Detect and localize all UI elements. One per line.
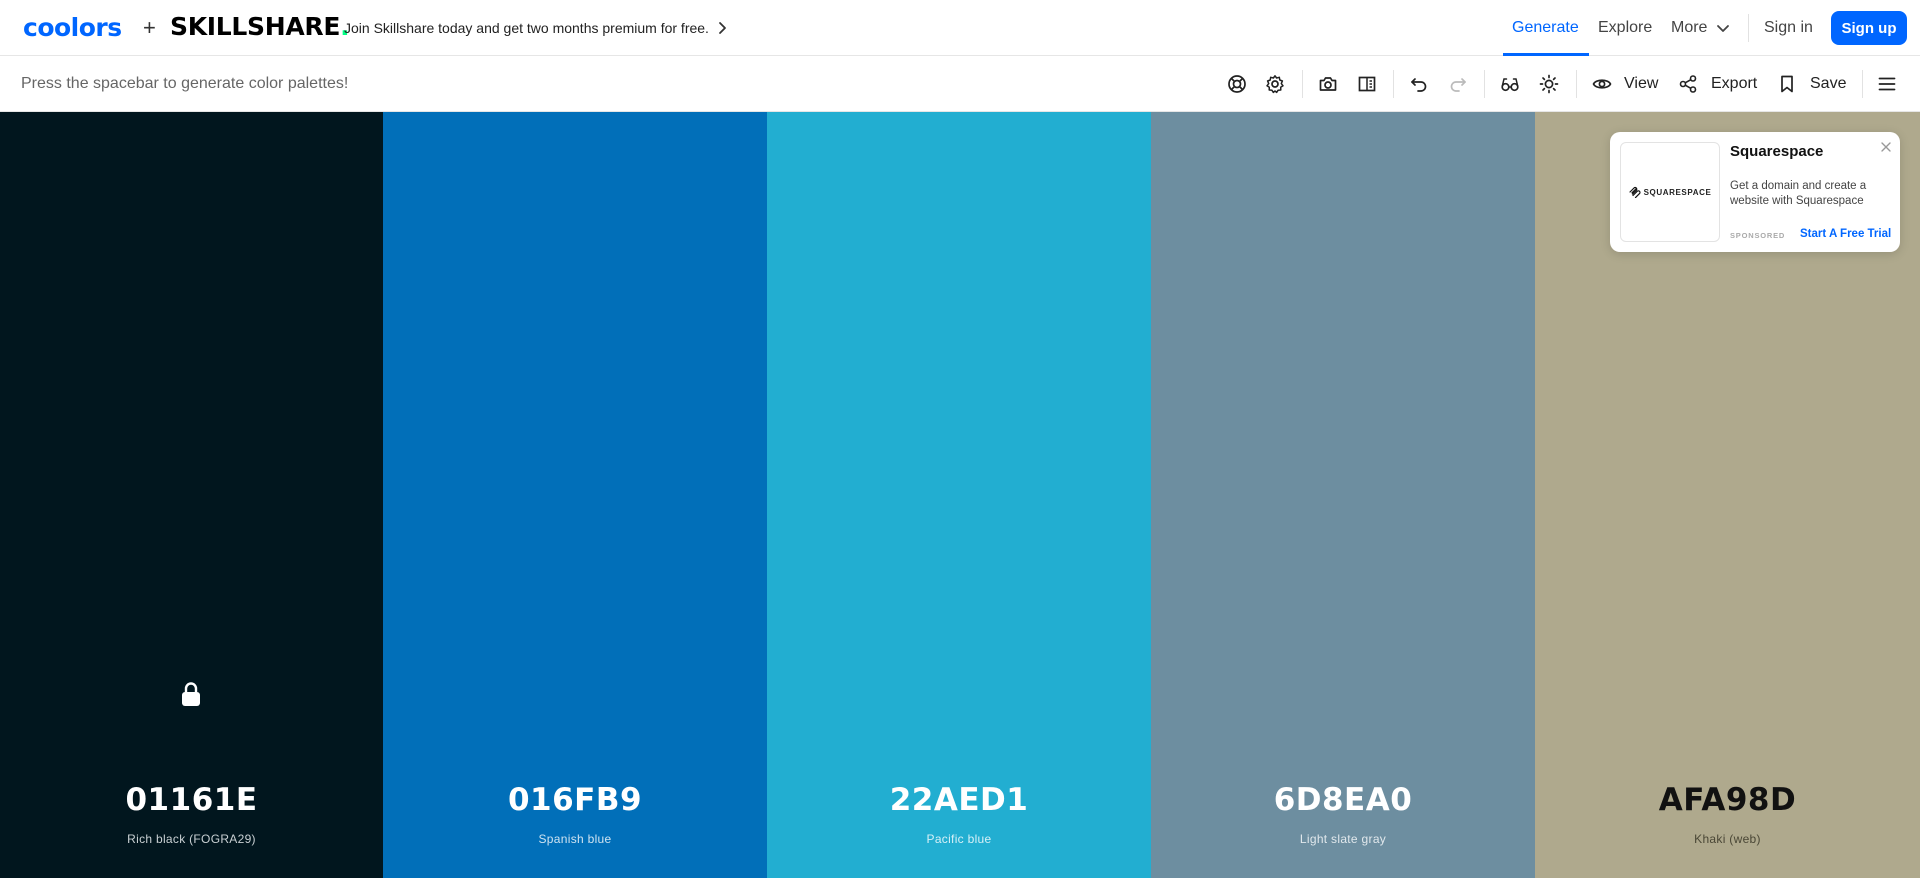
color-hex-code[interactable]: 016FB9 (383, 782, 767, 818)
plus-sign: + (143, 15, 156, 40)
ad-body: Get a domain and create a website with S… (1730, 180, 1867, 207)
nav-explore[interactable]: Explore (1598, 19, 1652, 37)
color-column[interactable]: 016FB9 Spanish blue (383, 112, 767, 878)
toolbar: Press the spacebar to generate color pal… (0, 56, 1920, 112)
sign-in-link[interactable]: Sign in (1764, 19, 1813, 37)
toolbar-divider (1576, 70, 1577, 98)
spacebar-hint: Press the spacebar to generate color pal… (21, 75, 349, 92)
squarespace-logo-text: SQUARESPACE (1643, 187, 1712, 197)
skillshare-logo-text: SKILLSHARE (170, 12, 341, 41)
toolbar-divider (1484, 70, 1485, 98)
toolbar-divider (1302, 70, 1303, 98)
ad-title[interactable]: Squarespace (1730, 143, 1823, 161)
chevron-down-icon[interactable] (1714, 19, 1732, 37)
color-column[interactable]: 6D8EA0 Light slate gray (1151, 112, 1535, 878)
sponsored-ad-card[interactable]: SQUARESPACE Squarespace Get a domain and… (1610, 132, 1900, 252)
color-hex-code[interactable]: AFA98D (1535, 782, 1920, 818)
coolors-logo[interactable]: coolors (23, 15, 122, 41)
color-column[interactable]: 01161E Rich black (FOGRA29) (0, 112, 383, 878)
color-name: Light slate gray (1299, 832, 1387, 846)
nav-divider (1748, 14, 1749, 42)
eye-icon[interactable] (1590, 72, 1614, 96)
undo-icon[interactable] (1407, 72, 1431, 96)
toolbar-divider (1393, 70, 1394, 98)
sponsored-label: SPONSORED (1730, 231, 1786, 240)
top-navigation-bar: coolors + SKILLSHARE. Join Skillshare to… (0, 0, 1920, 56)
color-hex-code[interactable]: 6D8EA0 (1151, 782, 1535, 818)
lock-icon[interactable] (179, 680, 203, 708)
nav-more[interactable]: More (1671, 19, 1707, 37)
split-view-icon[interactable] (1355, 72, 1379, 96)
ad-cta-link[interactable]: Start A Free Trial (1800, 228, 1891, 240)
camera-icon[interactable] (1316, 72, 1340, 96)
settings-icon[interactable] (1263, 72, 1287, 96)
color-column[interactable]: 22AED1 Pacific blue (767, 112, 1151, 878)
export-button[interactable]: Export (1711, 75, 1757, 93)
close-icon[interactable] (1880, 140, 1892, 152)
promo-link[interactable]: Join Skillshare today and get two months… (344, 19, 709, 37)
color-name: Rich black (FOGRA29) (127, 832, 256, 846)
redo-icon[interactable] (1446, 72, 1470, 96)
squarespace-logo[interactable]: SQUARESPACE (1620, 142, 1720, 242)
sign-up-button[interactable]: Sign up (1831, 11, 1907, 45)
view-button[interactable]: View (1624, 75, 1658, 93)
menu-icon[interactable] (1875, 72, 1899, 96)
color-hex-code[interactable]: 22AED1 (767, 782, 1151, 818)
toolbar-divider (1862, 70, 1863, 98)
color-name: Khaki (web) (1694, 832, 1761, 846)
squarespace-logo-icon (1628, 186, 1641, 198)
sun-icon[interactable] (1537, 72, 1561, 96)
glasses-icon[interactable] (1498, 72, 1522, 96)
help-icon[interactable] (1225, 72, 1249, 96)
save-button[interactable]: Save (1810, 75, 1846, 93)
bookmark-icon[interactable] (1775, 72, 1799, 96)
chevron-right-icon[interactable] (712, 18, 732, 38)
color-name: Pacific blue (926, 832, 992, 846)
skillshare-logo[interactable]: SKILLSHARE. (170, 12, 350, 41)
color-hex-code[interactable]: 01161E (0, 782, 383, 818)
color-name: Spanish blue (538, 832, 612, 846)
share-icon[interactable] (1676, 72, 1700, 96)
nav-generate[interactable]: Generate (1512, 19, 1579, 37)
